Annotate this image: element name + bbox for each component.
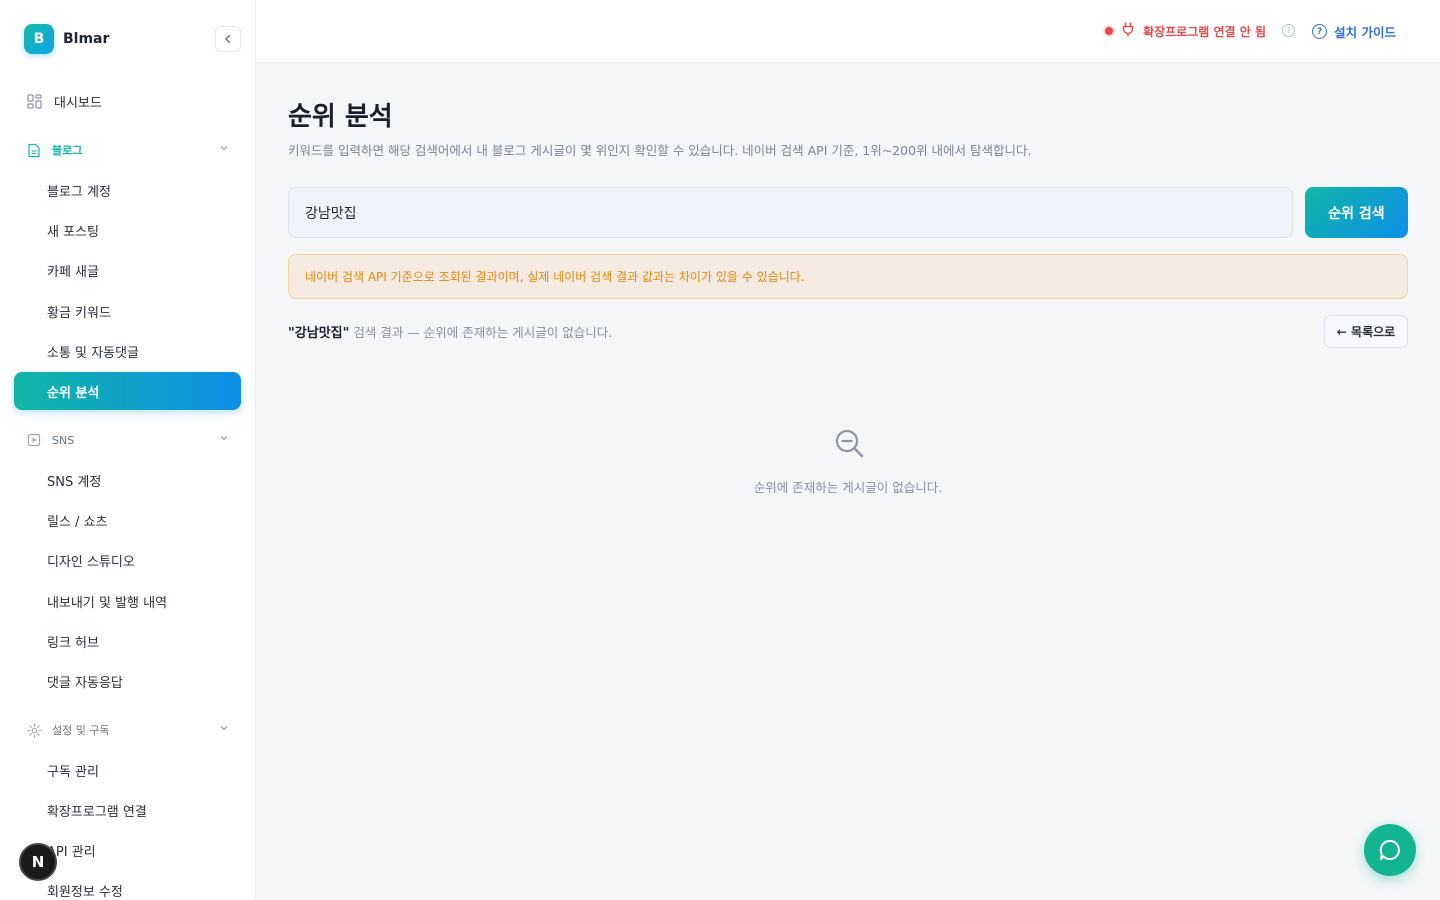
chevron-left-icon xyxy=(224,34,231,44)
sidebar-item-label: 댓글 자동응답 xyxy=(47,675,123,691)
chevron-down-icon xyxy=(219,723,229,736)
sidebar-item-label: 대시보드 xyxy=(54,95,102,111)
sidebar-item-link-hub[interactable]: 링크 허브 xyxy=(14,622,241,660)
sidebar-item-extension-connect[interactable]: 확장프로그램 연결 xyxy=(14,791,241,829)
sidebar-item-label: 회원정보 수정 xyxy=(47,884,123,900)
sidebar-item-cafe-new-post[interactable]: 카페 새글 xyxy=(14,251,241,289)
chevron-down-icon xyxy=(219,433,229,446)
install-guide-label: 설치 가이드 xyxy=(1334,25,1396,40)
dashboard-grid-icon xyxy=(26,93,42,109)
extension-status: 확장프로그램 연결 안 됨 xyxy=(1105,22,1266,40)
sidebar-item-label: 링크 허브 xyxy=(47,635,99,651)
result-summary: "강남맛집" 검색 결과 — 순위에 존재하는 게시글이 없습니다. xyxy=(288,322,612,341)
chevron-down-icon xyxy=(219,143,229,156)
sidebar-item-label: 확장프로그램 연결 xyxy=(47,804,147,820)
sidebar-section-settings[interactable]: 설정 및 구독 xyxy=(14,715,241,745)
page-title: 순위 분석 xyxy=(288,102,393,132)
result-keyword: "강남맛집" xyxy=(288,326,350,341)
sidebar-item-export-history[interactable]: 내보내기 및 발행 내역 xyxy=(14,582,241,620)
sidebar-section-label: SNS xyxy=(52,433,75,447)
sidebar-section-label: 설정 및 구독 xyxy=(52,724,110,737)
sidebar-item-label: 내보내기 및 발행 내역 xyxy=(47,595,168,611)
sidebar-item-golden-keyword[interactable]: 황금 키워드 xyxy=(14,292,241,330)
status-dot xyxy=(1105,27,1114,35)
document-icon xyxy=(26,142,42,158)
install-guide-link[interactable]: ? 설치 가이드 xyxy=(1312,22,1396,41)
sidebar-item-label: SNS 계정 xyxy=(47,474,102,490)
chat-fab-button[interactable] xyxy=(1364,824,1416,876)
sidebar-collapse-button[interactable] xyxy=(215,26,241,52)
dev-indicator-badge[interactable]: N xyxy=(19,843,57,881)
sidebar-item-reels-shorts[interactable]: 릴스 / 쇼츠 xyxy=(14,501,241,539)
sidebar-item-label: 블로그 계정 xyxy=(47,184,111,200)
api-notice-text: 네이버 검색 API 기준으로 조회된 결과이며, 실제 네이버 검색 결과 값… xyxy=(305,270,805,284)
keyword-search-input[interactable] xyxy=(288,187,1293,238)
topbar: 확장프로그램 연결 안 됨 ? ? 설치 가이드 xyxy=(256,0,1440,63)
sidebar-item-comment-auto-reply[interactable]: 댓글 자동응답 xyxy=(14,662,241,700)
page-description: 키워드를 입력하면 해당 검색어에서 내 블로그 게시글이 몇 위인지 확인할 … xyxy=(288,143,1032,158)
question-circle-icon: ? xyxy=(1312,24,1328,39)
plug-icon xyxy=(1121,22,1135,40)
sidebar-item-label: 디자인 스튜디오 xyxy=(47,554,135,570)
rank-search-button[interactable]: 순위 검색 xyxy=(1305,187,1408,238)
brand-name: Blmar xyxy=(63,31,110,47)
sidebar-section-blog[interactable]: 블로그 xyxy=(14,135,241,165)
sidebar-item-dashboard[interactable]: 대시보드 xyxy=(14,82,241,120)
play-square-icon xyxy=(26,432,42,448)
sidebar-item-auto-comment[interactable]: 소통 및 자동댓글 xyxy=(14,332,241,370)
sidebar-item-blog-account[interactable]: 블로그 계정 xyxy=(14,171,241,209)
help-icon[interactable]: ? xyxy=(1282,24,1295,37)
api-notice-banner: 네이버 검색 API 기준으로 조회된 결과이며, 실제 네이버 검색 결과 값… xyxy=(288,254,1408,299)
sidebar-item-subscription[interactable]: 구독 관리 xyxy=(14,751,241,789)
sidebar-item-label: 소통 및 자동댓글 xyxy=(47,345,139,361)
sidebar-item-label: 카페 새글 xyxy=(47,264,99,280)
brand[interactable]: B Blmar xyxy=(24,24,109,54)
sidebar-item-sns-account[interactable]: SNS 계정 xyxy=(14,461,241,499)
sidebar-section-sns[interactable]: SNS xyxy=(14,425,241,455)
sidebar-item-label: 구독 관리 xyxy=(47,764,99,780)
gear-icon xyxy=(26,722,42,738)
sidebar-item-label: 황금 키워드 xyxy=(47,305,111,321)
back-to-list-button[interactable]: ← 목록으로 xyxy=(1324,315,1408,348)
sidebar-item-label: 순위 분석 xyxy=(47,385,100,401)
brand-logo: B xyxy=(24,24,54,54)
sidebar-section-label: 블로그 xyxy=(52,144,83,157)
zoom-out-icon xyxy=(835,429,864,458)
sidebar-item-design-studio[interactable]: 디자인 스튜디오 xyxy=(14,541,241,579)
extension-status-text: 확장프로그램 연결 안 됨 xyxy=(1143,24,1266,39)
empty-state-message: 순위에 존재하는 게시글이 없습니다. xyxy=(753,480,943,495)
sidebar-item-label: 릴스 / 쇼츠 xyxy=(47,514,108,530)
chat-bubble-icon xyxy=(1379,839,1400,860)
result-summary-text: 검색 결과 — 순위에 존재하는 게시글이 없습니다. xyxy=(349,325,613,340)
sidebar-item-new-posting[interactable]: 새 포스팅 xyxy=(14,211,241,249)
sidebar-item-label: 새 포스팅 xyxy=(47,224,99,240)
sidebar-item-rank-analysis[interactable]: 순위 분석 xyxy=(14,372,241,410)
sidebar: B Blmar 대시보드 블로그 블로그 계정 새 포스팅 카페 새글 황금 키… xyxy=(0,0,256,900)
